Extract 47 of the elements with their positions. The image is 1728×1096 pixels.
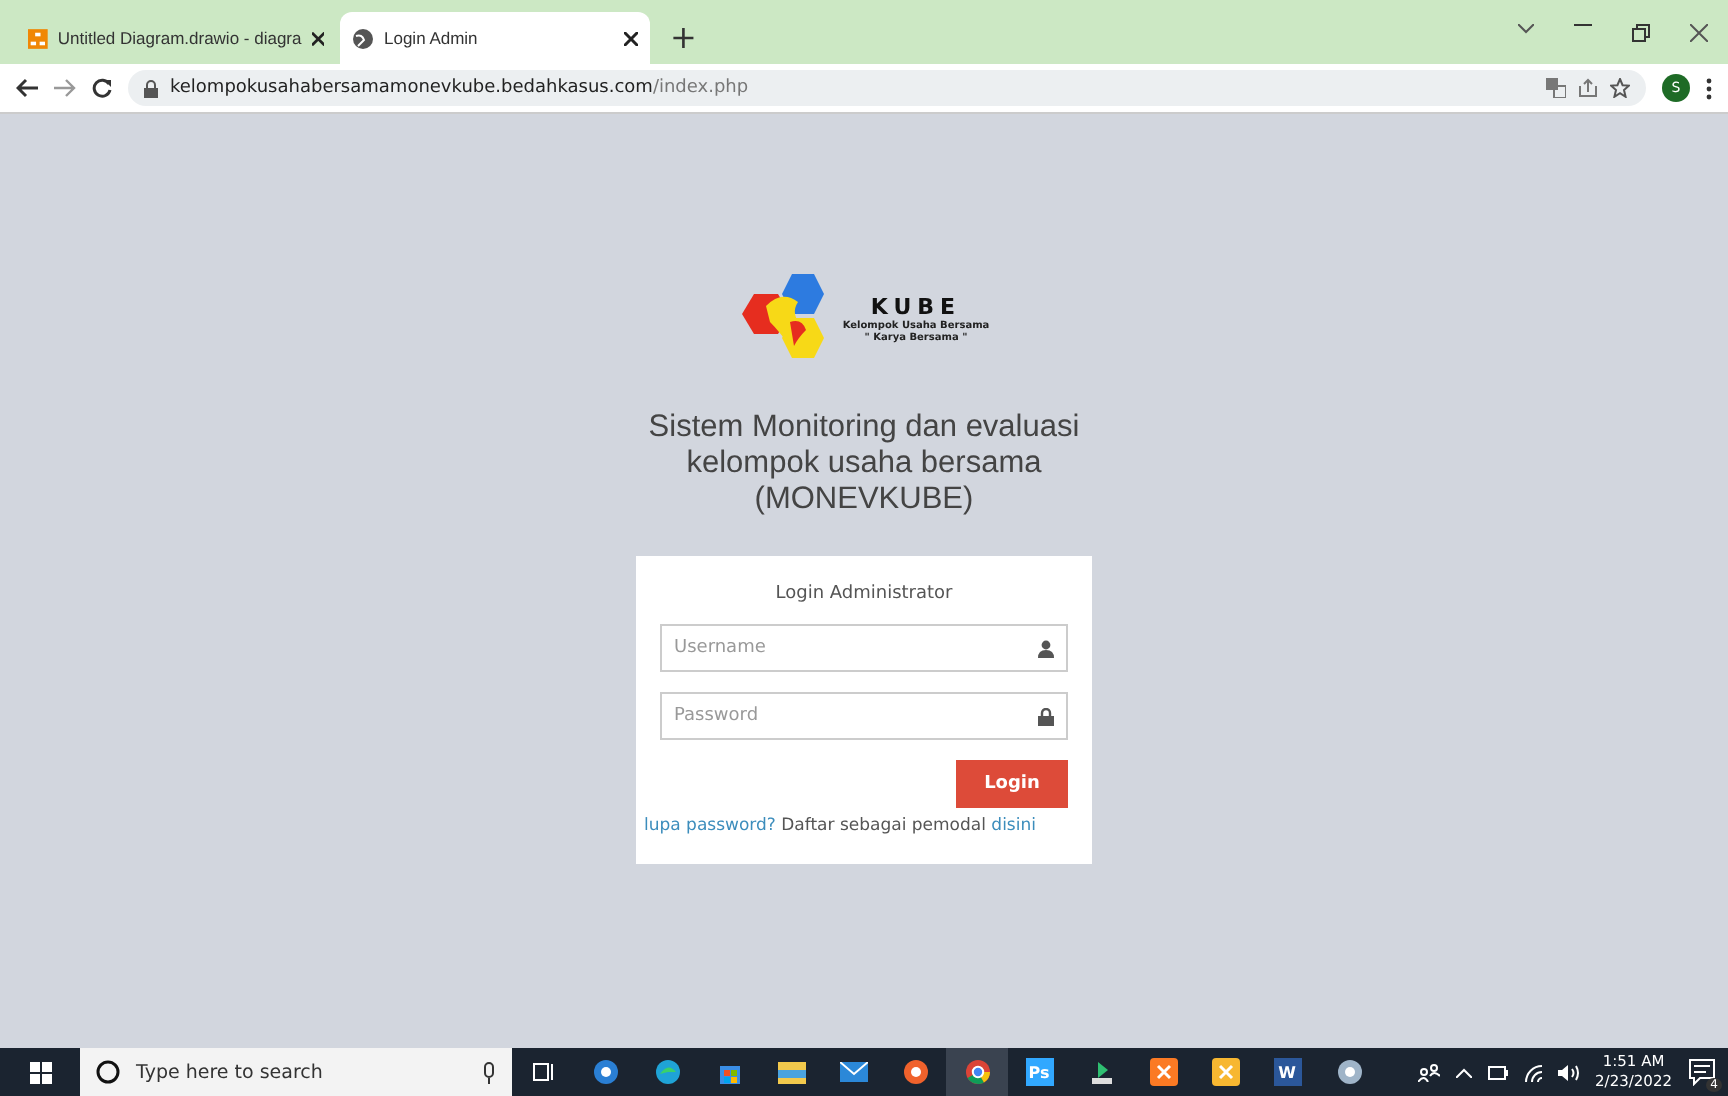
new-tab-button[interactable]: + — [654, 18, 713, 64]
reload-icon[interactable] — [92, 78, 112, 98]
tab-title: Login Admin — [384, 28, 480, 48]
url-text: kelompokusahabersamamonevkube.bedahkasus.com/index.php — [170, 78, 749, 98]
restore-icon[interactable] — [1632, 23, 1650, 41]
speaker-icon[interactable] — [1557, 1063, 1580, 1081]
task-view-icon — [531, 1060, 555, 1084]
forgot-password-link[interactable]: lupa password? — [644, 816, 776, 836]
page-heading: kelompok usaha bersama — [686, 446, 1042, 482]
tab-title: Untitled Diagram.drawio - diagra — [57, 28, 302, 48]
app-icon: W — [1273, 1058, 1301, 1086]
taskbar-search-field[interactable]: Type here to search — [80, 1048, 512, 1096]
address-bar[interactable]: kelompokusahabersamamonevkube.bedahkasus.com/index.php — [128, 70, 1646, 106]
people-icon[interactable] — [1417, 1063, 1440, 1081]
star-icon[interactable] — [1610, 78, 1630, 98]
battery-icon[interactable] — [1487, 1065, 1508, 1079]
windows-start-icon[interactable] — [29, 1061, 51, 1083]
register-link[interactable]: disini — [991, 816, 1036, 836]
app-icon: Ps — [1025, 1058, 1053, 1086]
share-icon[interactable] — [1578, 78, 1598, 98]
browser-tab[interactable]: Untitled Diagram.drawio - diagra — [16, 12, 336, 64]
chevron-up-icon[interactable] — [1455, 1067, 1472, 1077]
chevron-down-icon[interactable] — [1518, 23, 1534, 33]
register-text: lupa password? Daftar sebagai pemodal disini — [644, 816, 1038, 836]
page-heading: (MONEVKUBE) — [754, 482, 974, 518]
login-title: Login Administrator — [775, 584, 953, 604]
menu-icon[interactable] — [1706, 77, 1712, 99]
wifi-icon[interactable] — [1523, 1063, 1542, 1081]
translate-icon[interactable] — [1546, 78, 1566, 98]
user-icon — [1038, 639, 1054, 657]
back-arrow-icon[interactable] — [16, 78, 38, 98]
search-icon — [96, 1060, 120, 1084]
lock-icon — [144, 79, 158, 97]
taskbar-app[interactable]: W — [1256, 1048, 1318, 1096]
microphone-icon[interactable] — [482, 1061, 496, 1083]
close-icon[interactable] — [311, 31, 324, 45]
taskbar-app[interactable] — [946, 1048, 1008, 1096]
notification-icon[interactable] — [1688, 1058, 1716, 1086]
logo-title: KUBE — [870, 293, 962, 319]
minimize-icon[interactable] — [1574, 23, 1592, 27]
close-icon[interactable] — [624, 31, 638, 45]
diagram-icon — [28, 27, 48, 49]
lock-icon — [1038, 707, 1054, 725]
page-heading: Sistem Monitoring dan evaluasi — [648, 410, 1080, 446]
login-button[interactable]: Login — [956, 760, 1068, 808]
forward-arrow-icon[interactable] — [54, 78, 76, 98]
browser-tab[interactable]: Login Admin — [340, 12, 650, 64]
